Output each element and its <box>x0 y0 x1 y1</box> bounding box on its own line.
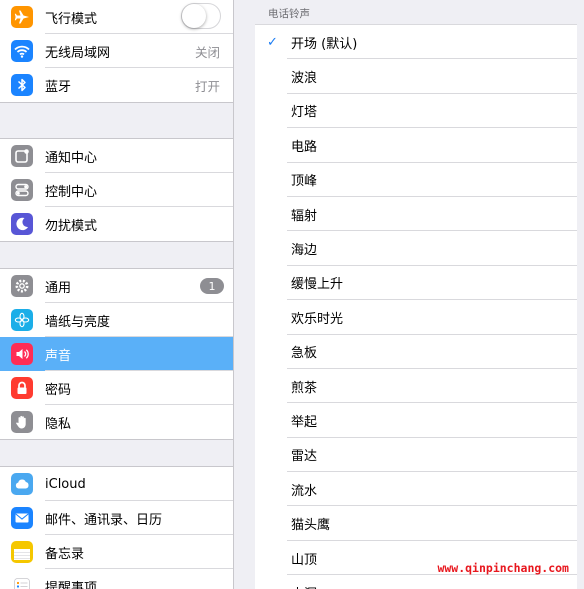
notes-icon <box>11 541 33 563</box>
sidebar-item-label: 通知中心 <box>45 150 98 166</box>
ringtone-label: 雷达 <box>291 449 318 465</box>
sidebar-item-bluetooth[interactable]: 蓝牙 打开 <box>0 68 233 102</box>
ringtone-option[interactable]: 辐射 <box>255 197 577 232</box>
sidebar-item-mail[interactable]: 邮件、通讯录、日历 <box>0 501 233 535</box>
ringtone-option[interactable]: 煎茶 <box>255 369 577 404</box>
flower-icon <box>11 309 33 331</box>
ringtone-label: 欢乐时光 <box>291 311 344 327</box>
sounds-detail-pane: 电话铃声 ✓ 开场 (默认) 波浪灯塔电路顶峰辐射海边缓慢上升欢乐时光急板煎茶举起雷… <box>235 0 584 589</box>
airplane-mode-toggle[interactable] <box>181 3 221 29</box>
speaker-icon <box>11 343 33 365</box>
checkmark-icon: ✓ <box>267 34 278 50</box>
sidebar-item-label: 隐私 <box>45 416 72 432</box>
sidebar-item-label: 蓝牙 <box>45 79 72 95</box>
ringtone-label: 波浪 <box>291 71 318 87</box>
ringtone-section-header: 电话铃声 <box>268 8 310 20</box>
sidebar-item-general[interactable]: 通用 1 <box>0 269 233 303</box>
ringtone-option[interactable]: 缓慢上升 <box>255 266 577 301</box>
sidebar-item-label: 提醒事项 <box>45 580 98 589</box>
ringtone-option[interactable]: 猫头鹰 <box>255 506 577 541</box>
sidebar-item-label: 通用 <box>45 280 72 296</box>
ringtone-option[interactable]: 顶峰 <box>255 163 577 197</box>
lock-icon <box>11 377 33 399</box>
sidebar-item-wallpaper[interactable]: 墙纸与亮度 <box>0 303 233 337</box>
sidebar-item-control-center[interactable]: 控制中心 <box>0 173 233 207</box>
ringtone-label: 灯塔 <box>291 105 318 121</box>
ringtone-option[interactable]: 灯塔 <box>255 94 577 129</box>
watermark-text: www.qinpinchang.com <box>437 561 569 575</box>
sidebar-item-label: 控制中心 <box>45 184 98 200</box>
moon-icon <box>11 213 33 235</box>
wifi-icon <box>11 40 33 62</box>
ringtone-label: 流水 <box>291 483 318 499</box>
sidebar-item-label: 勿扰模式 <box>45 218 98 234</box>
bluetooth-icon <box>11 74 33 96</box>
settings-sidebar: 飞行模式无线局域网 关闭蓝牙 打开 通知中心控制中心勿扰模式 通用 1 墙纸与亮度声音密… <box>0 0 234 589</box>
sidebar-group-connectivity: 飞行模式无线局域网 关闭蓝牙 打开 <box>0 0 233 103</box>
sidebar-item-privacy[interactable]: 隐私 <box>0 405 233 439</box>
ringtone-label: 顶峰 <box>291 174 318 190</box>
ringtone-option[interactable]: 海边 <box>255 231 577 266</box>
notification-icon <box>11 145 33 167</box>
sidebar-item-icloud[interactable]: iCloud <box>0 467 233 501</box>
sidebar-item-reminders[interactable]: 提醒事项 <box>0 569 233 589</box>
ringtone-label: 急板 <box>291 346 318 362</box>
sidebar-item-label: iCloud <box>45 476 86 492</box>
sidebar-item-label: 声音 <box>45 348 72 364</box>
ringtone-label: 辐射 <box>291 208 318 224</box>
ringtone-option[interactable]: 电路 <box>255 128 577 163</box>
sidebar-item-notes[interactable]: 备忘录 <box>0 535 233 569</box>
ringtone-option[interactable]: 雷达 <box>255 438 577 473</box>
sidebar-item-sounds[interactable]: 声音 <box>0 337 233 371</box>
ringtone-label: 举起 <box>291 414 318 430</box>
ringtone-option[interactable]: 波浪 <box>255 59 577 94</box>
sidebar-item-value: 打开 <box>194 78 220 94</box>
ringtone-option[interactable]: 急板 <box>255 335 577 369</box>
ringtone-option[interactable]: 欢乐时光 <box>255 300 577 335</box>
gear-icon <box>11 275 33 297</box>
sidebar-item-do-not-disturb[interactable]: 勿扰模式 <box>0 207 233 241</box>
ringtone-label: 山顶 <box>291 552 318 568</box>
ringtone-option[interactable]: 流水 <box>255 472 577 507</box>
sidebar-item-label: 飞行模式 <box>45 11 98 27</box>
ringtone-option[interactable]: ✓ 开场 (默认) <box>255 25 577 60</box>
sidebar-item-label: 无线局域网 <box>45 45 111 61</box>
sidebar-item-label: 墙纸与亮度 <box>45 314 111 330</box>
control-center-icon <box>11 179 33 201</box>
settings-screen: 飞行模式无线局域网 关闭蓝牙 打开 通知中心控制中心勿扰模式 通用 1 墙纸与亮度声音密… <box>0 0 584 589</box>
ringtone-label: 电路 <box>291 139 318 155</box>
ringtone-label: 缓慢上升 <box>291 277 344 293</box>
ringtone-option[interactable]: 举起 <box>255 403 577 438</box>
sidebar-item-label: 邮件、通讯录、日历 <box>45 512 163 528</box>
sidebar-group-general: 通用 1 墙纸与亮度声音密码隐私 <box>0 268 233 440</box>
toggle-knob <box>182 4 206 28</box>
ringtone-list: ✓ 开场 (默认) 波浪灯塔电路顶峰辐射海边缓慢上升欢乐时光急板煎茶举起雷达流水猫头… <box>255 24 577 589</box>
sidebar-item-passcode[interactable]: 密码 <box>0 371 233 405</box>
reminders-icon <box>11 575 33 589</box>
mail-icon <box>11 507 33 529</box>
airplane-icon <box>11 6 33 28</box>
sidebar-item-wifi[interactable]: 无线局域网 关闭 <box>0 34 233 68</box>
ringtone-label: 海边 <box>291 243 318 259</box>
hand-icon <box>11 411 33 433</box>
sidebar-item-airplane-mode[interactable]: 飞行模式 <box>0 0 233 34</box>
update-count-badge: 1 <box>200 278 224 294</box>
sidebar-item-notification-center[interactable]: 通知中心 <box>0 139 233 173</box>
ringtone-label: 煎茶 <box>291 380 318 396</box>
sidebar-item-label: 密码 <box>45 382 72 398</box>
sidebar-group-center: 通知中心控制中心勿扰模式 <box>0 138 233 242</box>
sidebar-group-accounts: iCloud 邮件、通讯录、日历 备忘录提醒事项 <box>0 466 233 589</box>
ringtone-label: 猫头鹰 <box>291 518 331 534</box>
ringtone-label: 开场 (默认) <box>291 36 358 52</box>
sidebar-item-label: 备忘录 <box>45 546 85 562</box>
ringtone-option[interactable]: 山洞 <box>255 575 577 589</box>
ringtone-label: 山洞 <box>291 583 317 589</box>
cloud-icon <box>11 473 33 495</box>
sidebar-item-value: 关闭 <box>194 44 220 60</box>
